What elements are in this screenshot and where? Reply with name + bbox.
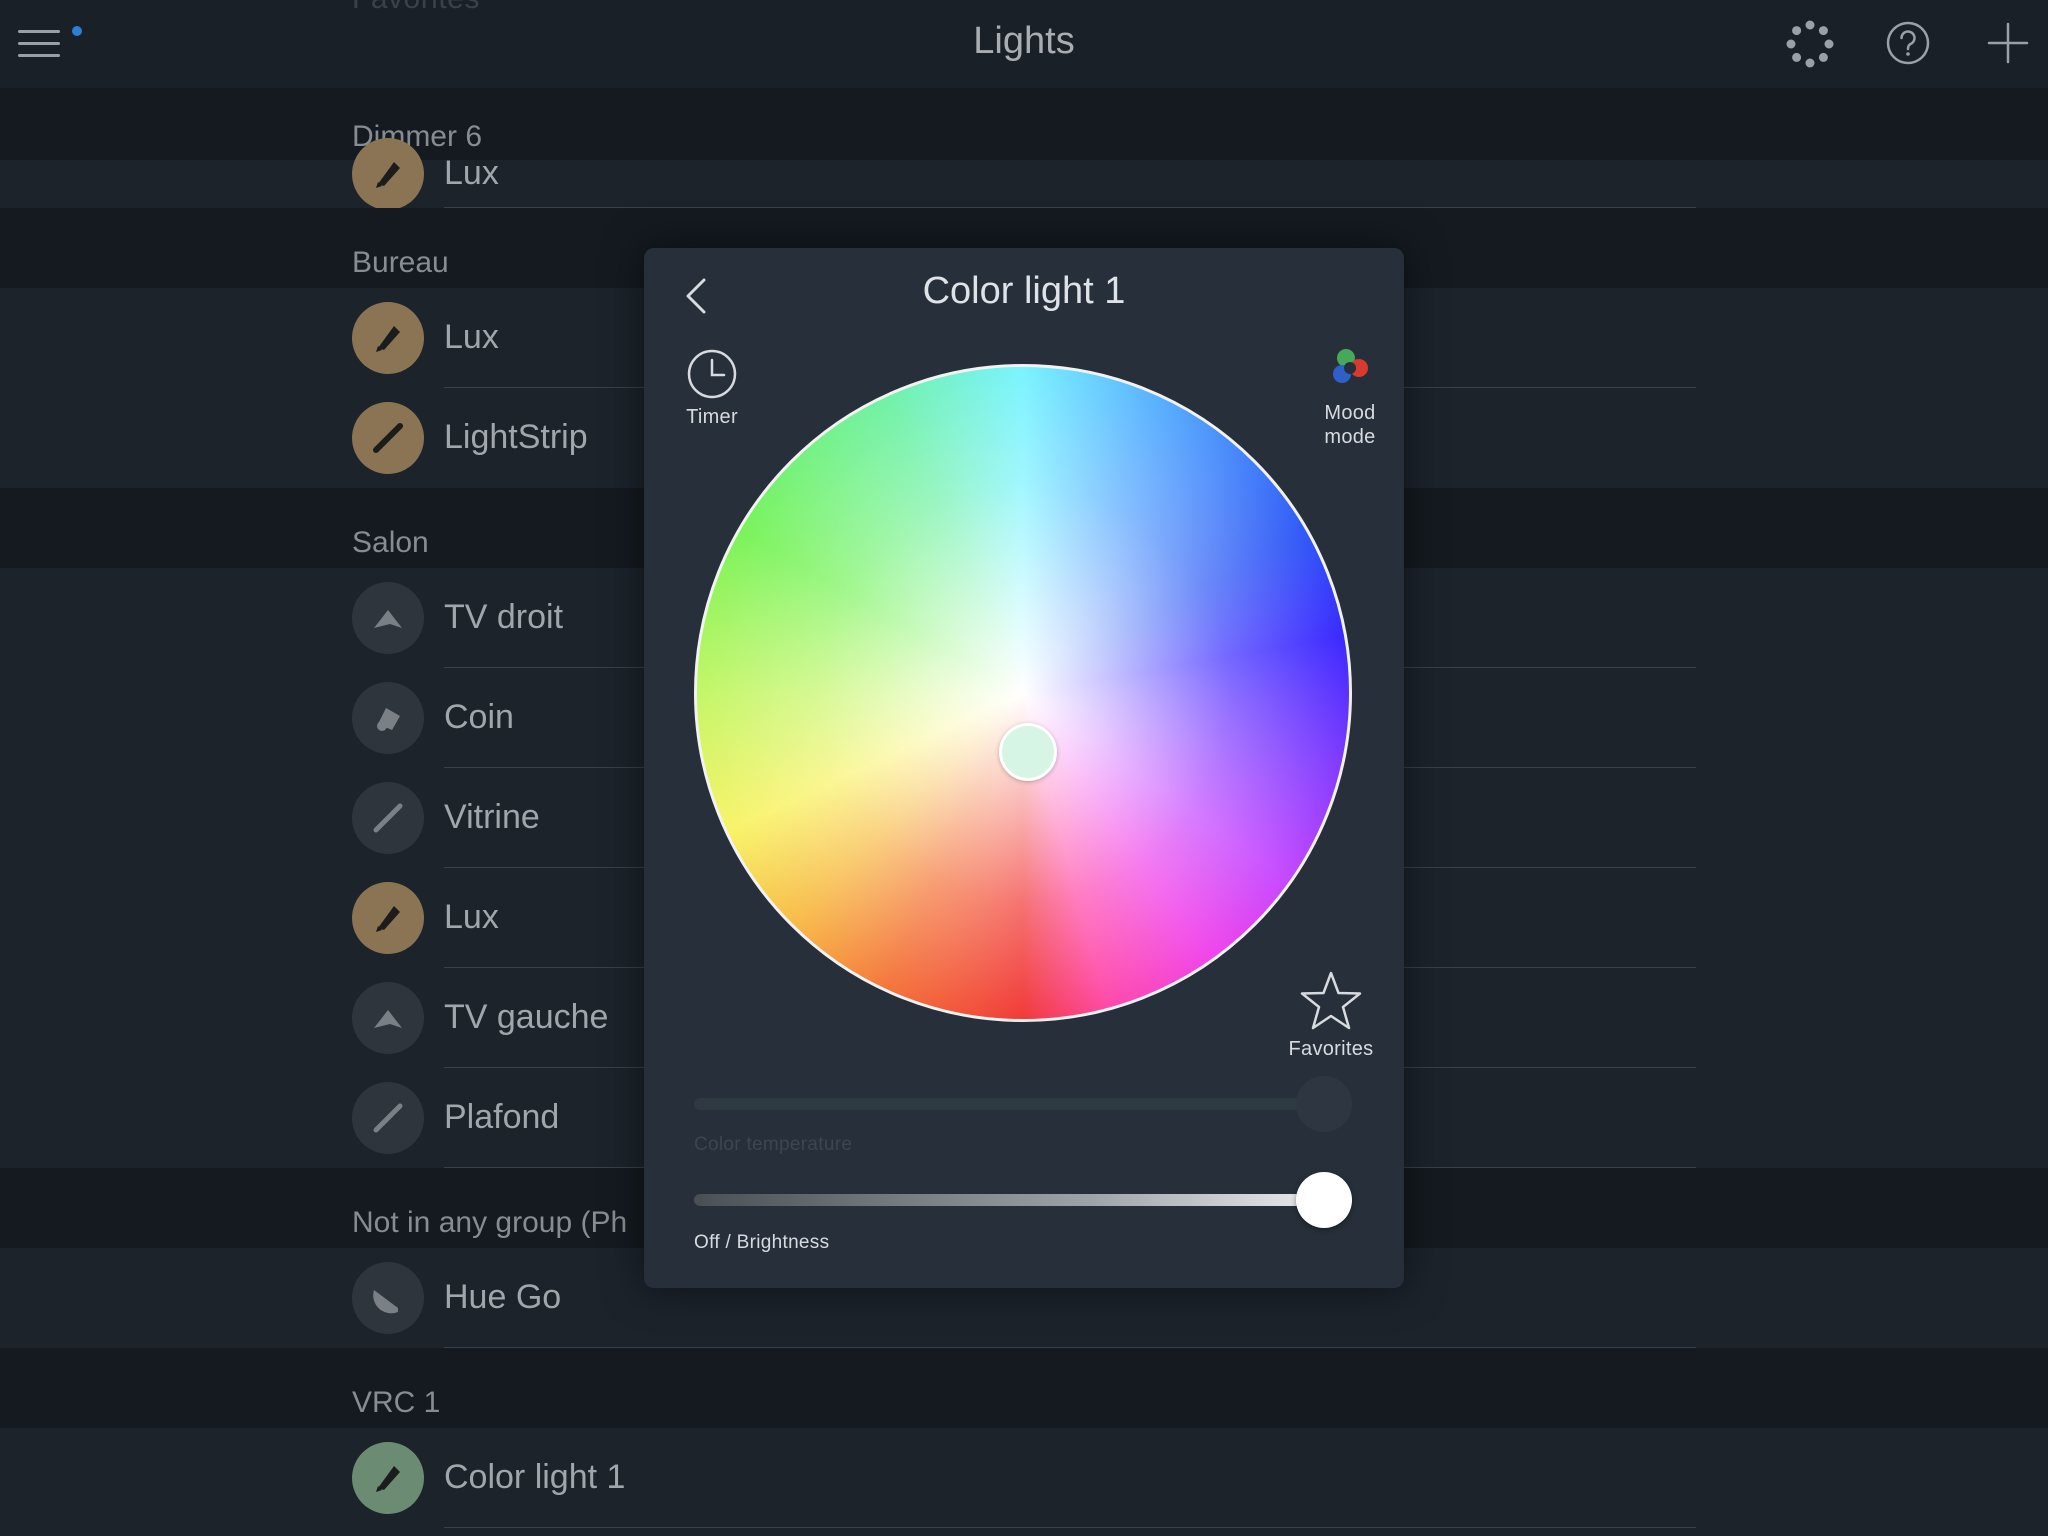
favorites-button[interactable]: Favorites	[1266, 970, 1396, 1061]
bulb-icon[interactable]	[352, 138, 424, 210]
color-wheel[interactable]	[694, 364, 1352, 1022]
section-title: Bureau	[352, 246, 449, 279]
slider-thumb[interactable]	[1296, 1076, 1352, 1132]
light-label: TV droit	[444, 598, 564, 636]
light-label: Vitrine	[444, 798, 540, 836]
brightness-slider[interactable]	[694, 1172, 1352, 1228]
color-temperature-slider[interactable]	[694, 1076, 1352, 1132]
light-label: Lux	[444, 318, 499, 356]
color-temperature-label: Color temperature	[694, 1134, 853, 1155]
dialog-title: Color light 1	[922, 270, 1126, 312]
light-label: Plafond	[444, 1098, 560, 1136]
hue-go-icon[interactable]	[352, 1262, 424, 1334]
divider	[444, 1527, 1696, 1528]
spot-icon[interactable]	[352, 582, 424, 654]
light-label: Color light 1	[444, 1458, 626, 1496]
strip-icon[interactable]	[352, 782, 424, 854]
timer-button[interactable]: Timer	[662, 348, 762, 429]
bulb-icon[interactable]	[352, 302, 424, 374]
scenes-icon[interactable]	[1786, 20, 1834, 68]
star-icon	[1300, 971, 1362, 1030]
light-label: Coin	[444, 698, 514, 736]
page-title: Lights	[973, 20, 1075, 62]
bulb-icon[interactable]	[352, 1442, 424, 1514]
spot-icon[interactable]	[352, 982, 424, 1054]
section-header: Dimmer 6	[0, 88, 2048, 160]
section-title: Salon	[352, 526, 429, 559]
light-label: Hue Go	[444, 1278, 562, 1316]
favorites-label: Favorites	[1288, 1038, 1374, 1060]
top-bar: Favorites Lights	[0, 0, 2048, 88]
mood-label-line2: mode	[1324, 426, 1376, 448]
clock-icon	[687, 349, 737, 399]
strip-icon[interactable]	[352, 1082, 424, 1154]
timer-label: Timer	[686, 406, 738, 428]
slider-track	[694, 1194, 1352, 1206]
mood-mode-icon	[1333, 349, 1368, 383]
lamp-icon[interactable]	[352, 682, 424, 754]
section-title: VRC 1	[352, 1386, 441, 1419]
light-row[interactable]: Lux	[0, 138, 2048, 210]
slider-thumb[interactable]	[1296, 1172, 1352, 1228]
light-label: TV gauche	[444, 998, 609, 1036]
brightness-label: Off / Brightness	[694, 1232, 830, 1253]
light-label: LightStrip	[444, 418, 588, 456]
scrolled-header-text: Favorites	[352, 0, 480, 16]
bulb-icon[interactable]	[352, 882, 424, 954]
section-header: VRC 1	[0, 1348, 2048, 1428]
light-label: Lux	[444, 154, 499, 192]
color-picker-handle[interactable]	[999, 723, 1057, 781]
color-light-dialog: Color light 1 Timer Mood mode Favorites …	[644, 248, 1404, 1288]
strip-icon[interactable]	[352, 402, 424, 474]
mood-label: Mood	[1324, 402, 1376, 424]
add-icon[interactable]	[1987, 22, 2029, 64]
mood-mode-button[interactable]: Mood mode	[1304, 344, 1396, 449]
help-icon[interactable]	[1885, 20, 1931, 66]
light-label: Lux	[444, 898, 499, 936]
light-row[interactable]: Color light 1	[0, 1428, 2048, 1528]
section-title: Not in any group (Ph	[352, 1206, 628, 1239]
slider-track	[694, 1098, 1352, 1110]
